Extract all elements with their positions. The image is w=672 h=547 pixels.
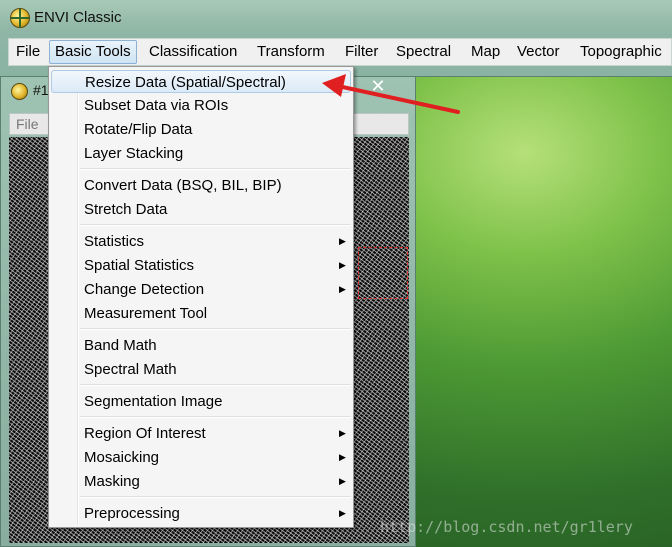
roi-selection-box [358, 247, 408, 299]
menu-item-label: Band Math [84, 337, 157, 354]
menu-item-label: Region Of Interest [84, 425, 206, 442]
basic-tools-dropdown: Resize Data (Spatial/Spectral) Subset Da… [48, 66, 354, 528]
envi-icon [11, 83, 28, 100]
close-icon[interactable]: ✕ [361, 77, 395, 95]
menu-item-label: Spectral Math [84, 361, 177, 378]
menu-item-layer-stacking[interactable]: Layer Stacking [51, 142, 351, 165]
menu-item-preprocessing[interactable]: Preprocessing ▶ [51, 502, 351, 525]
menu-classification[interactable]: Classification [144, 41, 242, 63]
menu-item-resize-data[interactable]: Resize Data (Spatial/Spectral) [51, 70, 351, 93]
window-title: ENVI Classic [34, 9, 122, 26]
menu-item-convert-data[interactable]: Convert Data (BSQ, BIL, BIP) [51, 174, 351, 197]
menu-item-label: Layer Stacking [84, 145, 184, 162]
main-menubar: File Basic Tools Classification Transfor… [8, 38, 672, 66]
menu-item-measurement-tool[interactable]: Measurement Tool [51, 302, 351, 325]
menu-item-label: Mosaicking [84, 449, 160, 466]
menu-item-label: Preprocessing [84, 505, 180, 522]
menu-basic-tools[interactable]: Basic Tools [49, 40, 137, 64]
menu-item-label: Spatial Statistics [84, 257, 195, 274]
menu-separator [80, 328, 351, 330]
menu-item-spectral-math[interactable]: Spectral Math [51, 358, 351, 381]
menu-item-region-of-interest[interactable]: Region Of Interest ▶ [51, 422, 351, 445]
image-menu-file[interactable]: File [16, 116, 39, 132]
submenu-arrow-icon: ▶ [339, 508, 346, 518]
menu-item-label: Resize Data (Spatial/Spectral) [85, 74, 286, 91]
menu-vector[interactable]: Vector [512, 41, 565, 63]
menu-item-label: Subset Data via ROIs [84, 97, 229, 114]
menu-item-label: Rotate/Flip Data [84, 121, 193, 138]
watermark: http://blog.csdn.net/gr1lery [380, 518, 633, 536]
submenu-arrow-icon: ▶ [339, 476, 346, 486]
menu-item-label: Convert Data (BSQ, BIL, BIP) [84, 177, 282, 194]
menu-item-label: Masking [84, 473, 140, 490]
menu-item-band-math[interactable]: Band Math [51, 334, 351, 357]
menu-item-stretch-data[interactable]: Stretch Data [51, 198, 351, 221]
submenu-arrow-icon: ▶ [339, 452, 346, 462]
submenu-arrow-icon: ▶ [339, 260, 346, 270]
menu-item-segmentation-image[interactable]: Segmentation Image [51, 390, 351, 413]
submenu-arrow-icon: ▶ [339, 284, 346, 294]
submenu-arrow-icon: ▶ [339, 428, 346, 438]
menu-file[interactable]: File [11, 41, 45, 63]
menu-item-change-detection[interactable]: Change Detection ▶ [51, 278, 351, 301]
menu-map[interactable]: Map [466, 41, 505, 63]
menu-item-statistics[interactable]: Statistics ▶ [51, 230, 351, 253]
submenu-arrow-icon: ▶ [339, 236, 346, 246]
menu-item-masking[interactable]: Masking ▶ [51, 470, 351, 493]
menu-spectral[interactable]: Spectral [391, 41, 456, 63]
menu-item-rotate-flip-data[interactable]: Rotate/Flip Data [51, 118, 351, 141]
menu-separator [80, 224, 351, 226]
menu-item-label: Measurement Tool [84, 305, 208, 322]
menu-item-label: Change Detection [84, 281, 205, 298]
menu-item-label: Statistics [84, 233, 145, 250]
menu-separator [80, 168, 351, 170]
menu-transform[interactable]: Transform [252, 41, 330, 63]
menu-item-label: Segmentation Image [84, 393, 223, 410]
menu-separator [80, 496, 351, 498]
menu-separator [80, 416, 351, 418]
menu-item-subset-data-via-rois[interactable]: Subset Data via ROIs [51, 94, 351, 117]
menu-item-label: Stretch Data [84, 201, 168, 218]
title-bar[interactable]: ENVI Classic [0, 0, 672, 36]
menu-item-mosaicking[interactable]: Mosaicking ▶ [51, 446, 351, 469]
image-window-title: #1 [33, 82, 49, 98]
menu-separator [80, 384, 351, 386]
menu-item-spatial-statistics[interactable]: Spatial Statistics ▶ [51, 254, 351, 277]
menu-filter[interactable]: Filter [340, 41, 383, 63]
menu-topographic[interactable]: Topographic [575, 41, 667, 63]
envi-globe-icon [10, 8, 30, 28]
